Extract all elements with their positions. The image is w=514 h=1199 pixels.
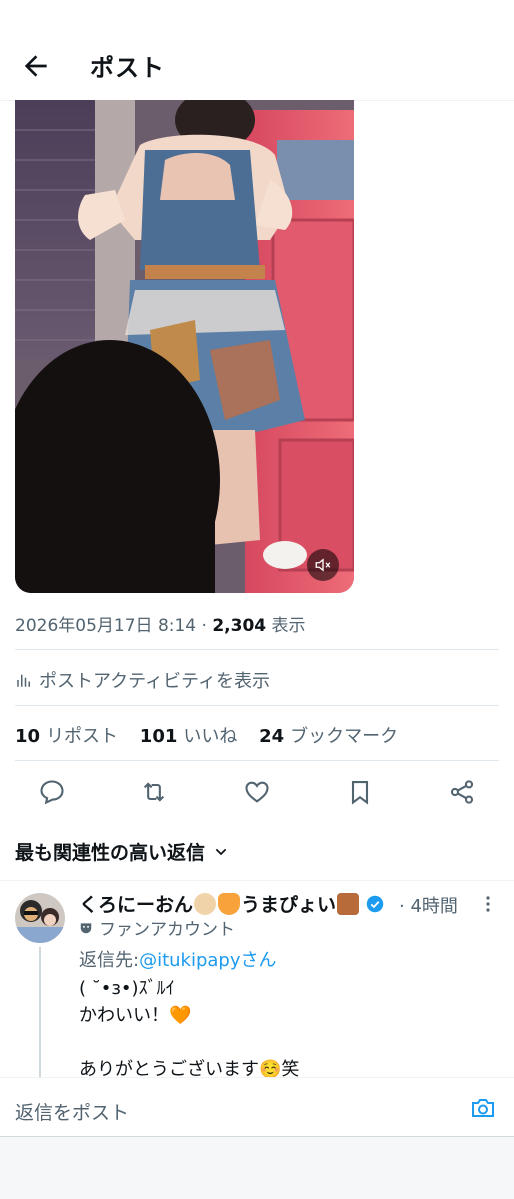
page-title: ポスト <box>90 54 165 82</box>
reply-author-name[interactable]: くろにーおん うまぴょい <box>79 890 384 917</box>
system-bottom-area <box>0 1137 514 1199</box>
post-video[interactable] <box>15 100 354 593</box>
bookmark-icon[interactable] <box>346 778 374 806</box>
like-icon[interactable] <box>243 778 271 806</box>
arrow-left-icon[interactable] <box>20 50 52 82</box>
bookmarks-stat[interactable]: 24 ブックマーク <box>259 726 398 747</box>
more-options-icon[interactable] <box>480 894 496 914</box>
action-bar <box>0 770 514 814</box>
replying-to: 返信先:@itukipapyさん <box>79 950 277 971</box>
divider <box>15 705 499 706</box>
verified-badge-icon <box>366 895 384 912</box>
divider <box>15 649 499 650</box>
mute-button[interactable] <box>307 549 339 581</box>
view-label: 表示 <box>271 616 306 636</box>
reply-icon[interactable] <box>38 778 66 806</box>
chevron-down-icon <box>215 848 227 855</box>
reply-input-placeholder[interactable]: 返信をポスト <box>15 1098 129 1125</box>
thread-line <box>39 947 41 1077</box>
divider <box>15 760 499 761</box>
post-timestamp: 2026年05月17日 8:14 · 2,304 表示 <box>15 616 306 636</box>
reposts-stat[interactable]: 10 リポスト <box>15 726 118 747</box>
view-count: 2,304 <box>212 616 267 636</box>
avatar-image <box>15 893 65 943</box>
share-icon[interactable] <box>448 778 476 806</box>
fan-account-label: ファンアカウント <box>79 915 235 940</box>
reply-sort-label: 最も関連性の高い返信 <box>15 842 206 864</box>
post-date[interactable]: 2026年05月17日 <box>15 616 153 636</box>
avatar[interactable] <box>15 893 65 943</box>
video-frame <box>15 100 354 593</box>
repost-icon[interactable] <box>140 778 168 806</box>
speaker-muted-icon <box>315 558 331 572</box>
reply-text: ( ˘•з•)ｽﾞﾙｲ かわいい！🧡 ありがとうございます☺️笑 <box>79 978 300 1080</box>
dog-emoji-icon <box>194 892 217 915</box>
divider <box>0 880 514 881</box>
reply-composer[interactable]: 返信をポスト <box>0 1077 514 1137</box>
top-bar: ポスト <box>0 0 514 101</box>
horse-emoji-icon <box>337 892 360 915</box>
fan-mask-icon <box>80 922 92 933</box>
reply-to-handle-link[interactable]: @itukipapyさん <box>139 950 276 971</box>
post-activity-link[interactable]: ポストアクティビティを表示 <box>15 667 270 693</box>
post-time[interactable]: 8:14 <box>158 616 196 636</box>
orange-heart-icon <box>218 892 241 915</box>
camera-icon[interactable] <box>470 1096 496 1120</box>
bar-chart-icon <box>17 674 30 687</box>
likes-stat[interactable]: 101 いいね <box>140 726 238 747</box>
reply-sort-dropdown[interactable]: 最も関連性の高い返信 <box>15 838 229 865</box>
reply-time[interactable]: · 4時間 <box>399 892 458 918</box>
engagement-stats: 10 リポスト 101 いいね 24 ブックマーク <box>15 722 414 748</box>
post-activity-label: ポストアクティビティを表示 <box>39 671 270 692</box>
